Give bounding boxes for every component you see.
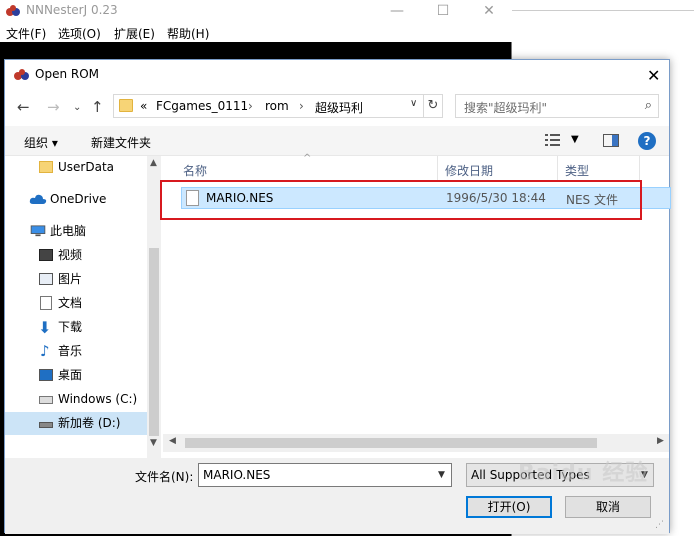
sidebar-item-label: 文档 [58, 296, 83, 310]
sidebar-item-label: 音乐 [58, 344, 83, 358]
scrollbar-thumb[interactable] [149, 248, 159, 436]
sidebar-item-label: 桌面 [58, 368, 83, 382]
music-icon: ♪ [40, 342, 50, 360]
command-bar: 组织 ▾ 新建文件夹 ▼ ? [5, 126, 669, 156]
column-header-modified[interactable]: 修改日期 [445, 162, 493, 179]
help-icon[interactable]: ? [638, 132, 656, 150]
filename-input[interactable]: MARIO.NES [198, 463, 452, 487]
menu-file[interactable]: 文件(F) [6, 25, 46, 42]
chevron-down-icon[interactable]: ▼ [571, 134, 579, 145]
app-logo-icon [6, 5, 20, 16]
sidebar-item-videos[interactable]: 视频 [5, 244, 147, 267]
sidebar-item-userdata[interactable]: UserData [5, 156, 147, 179]
breadcrumb-rom[interactable]: rom [265, 99, 289, 113]
sidebar-item-label: 图片 [58, 272, 83, 286]
recent-dropdown-icon[interactable]: ⌄ [73, 102, 81, 113]
minimize-icon[interactable]: — [374, 0, 420, 22]
refresh-icon[interactable]: ↻ [423, 94, 443, 118]
watermark: Baidu 经验 [518, 461, 649, 486]
divider [512, 10, 694, 11]
folder-icon [119, 99, 133, 112]
breadcrumb-overflow[interactable]: « [140, 99, 147, 113]
new-folder-button[interactable]: 新建文件夹 [91, 134, 151, 151]
menu-extensions[interactable]: 扩展(E) [114, 25, 155, 42]
document-icon [40, 296, 52, 310]
search-placeholder: 搜索"超级玛利" [464, 101, 548, 115]
sidebar-item-desktop[interactable]: 桌面 [5, 364, 147, 387]
sidebar-item-drive-d[interactable]: 新加卷 (D:) [5, 412, 147, 435]
back-arrow-icon[interactable]: ← [17, 98, 30, 116]
drive-icon [39, 396, 53, 404]
sidebar-item-this-pc[interactable]: 此电脑 [5, 220, 147, 243]
search-icon[interactable]: ⌕ [645, 98, 652, 113]
maximize-icon[interactable]: ☐ [420, 0, 466, 22]
view-options-icon[interactable] [545, 133, 561, 147]
open-button[interactable]: 打开(O) [466, 496, 552, 518]
sort-arrow-icon: ^ [303, 153, 312, 164]
close-icon[interactable]: ✕ [466, 0, 512, 22]
picture-icon [39, 273, 53, 285]
breadcrumb-current[interactable]: 超级玛利 [315, 99, 363, 116]
forward-arrow-icon[interactable]: → [47, 98, 60, 116]
computer-icon [30, 225, 46, 237]
sidebar-item-drive-c[interactable]: Windows (C:) [5, 388, 147, 411]
scrollbar-thumb[interactable] [185, 438, 597, 448]
folder-icon [39, 161, 53, 173]
navigation-pane: UserData OneDrive 此电脑 视频 图片 文档 ⬇ 下载 ♪ 音乐 [5, 156, 161, 458]
dialog-title: Open ROM [35, 67, 100, 81]
sidebar-item-label: 下载 [58, 320, 83, 334]
highlight-annotation [160, 180, 642, 220]
chevron-right-icon: › [299, 99, 304, 113]
background-menubar: 文件(F) 选项(O) 扩展(E) 帮助(H) [0, 22, 512, 42]
video-icon [39, 249, 53, 261]
column-header-name[interactable]: 名称 [183, 162, 207, 179]
sidebar-item-label: UserData [58, 160, 115, 174]
close-icon[interactable]: ✕ [647, 66, 660, 85]
background-titlebar: NNNesterJ 0.23 — ☐ ✕ [0, 0, 512, 22]
sidebar-item-music[interactable]: ♪ 音乐 [5, 340, 147, 363]
preview-pane-icon[interactable] [603, 134, 619, 147]
chevron-left-icon[interactable]: ◀ [169, 436, 176, 446]
chevron-right-icon[interactable]: ▶ [657, 436, 664, 446]
sidebar-item-documents[interactable]: 文档 [5, 292, 147, 315]
chevron-down-icon[interactable]: ▼ [150, 438, 157, 448]
breadcrumb-fcgames[interactable]: FCgames_0111 [156, 99, 248, 113]
column-divider[interactable] [639, 156, 640, 182]
search-box[interactable]: 搜索"超级玛利" ⌕ [455, 94, 659, 118]
column-divider[interactable] [437, 156, 438, 182]
drive-icon [39, 422, 53, 428]
up-arrow-icon[interactable]: ↑ [91, 98, 104, 116]
chevron-up-icon[interactable]: ▲ [150, 158, 157, 168]
resize-grip-icon[interactable]: ⋰ [655, 520, 664, 530]
download-icon: ⬇ [38, 318, 52, 337]
sidebar-item-downloads[interactable]: ⬇ 下载 [5, 316, 147, 339]
sidebar-item-label: 视频 [58, 248, 83, 262]
sidebar-item-label: 此电脑 [50, 224, 87, 238]
cloud-icon [29, 194, 47, 204]
cancel-button[interactable]: 取消 [565, 496, 651, 518]
sidebar-item-pictures[interactable]: 图片 [5, 268, 147, 291]
organize-button[interactable]: 组织 ▾ [24, 134, 58, 151]
sidebar-item-label: Windows (C:) [58, 392, 138, 406]
chevron-down-icon[interactable]: ▼ [438, 470, 445, 480]
chevron-right-icon: › [248, 99, 253, 113]
sidebar-item-onedrive[interactable]: OneDrive [5, 188, 147, 211]
background-app-title: NNNesterJ 0.23 [26, 3, 118, 17]
filename-label: 文件名(N): [135, 470, 194, 484]
sidebar-item-label: 新加卷 (D:) [58, 416, 121, 430]
menu-help[interactable]: 帮助(H) [167, 25, 209, 42]
menu-options[interactable]: 选项(O) [58, 25, 101, 42]
nav-scrollbar[interactable]: ▲ ▼ [147, 156, 161, 458]
address-bar[interactable]: « FCgames_0111 › rom › 超级玛利 ∨ [113, 94, 443, 118]
chevron-down-icon[interactable]: ∨ [410, 98, 417, 109]
column-divider[interactable] [557, 156, 558, 182]
desktop-icon [39, 369, 53, 381]
horizontal-scrollbar[interactable]: ◀ ▶ [163, 434, 669, 452]
sidebar-item-label: OneDrive [50, 192, 107, 206]
app-logo-icon [14, 69, 29, 80]
column-header-type[interactable]: 类型 [565, 162, 589, 179]
